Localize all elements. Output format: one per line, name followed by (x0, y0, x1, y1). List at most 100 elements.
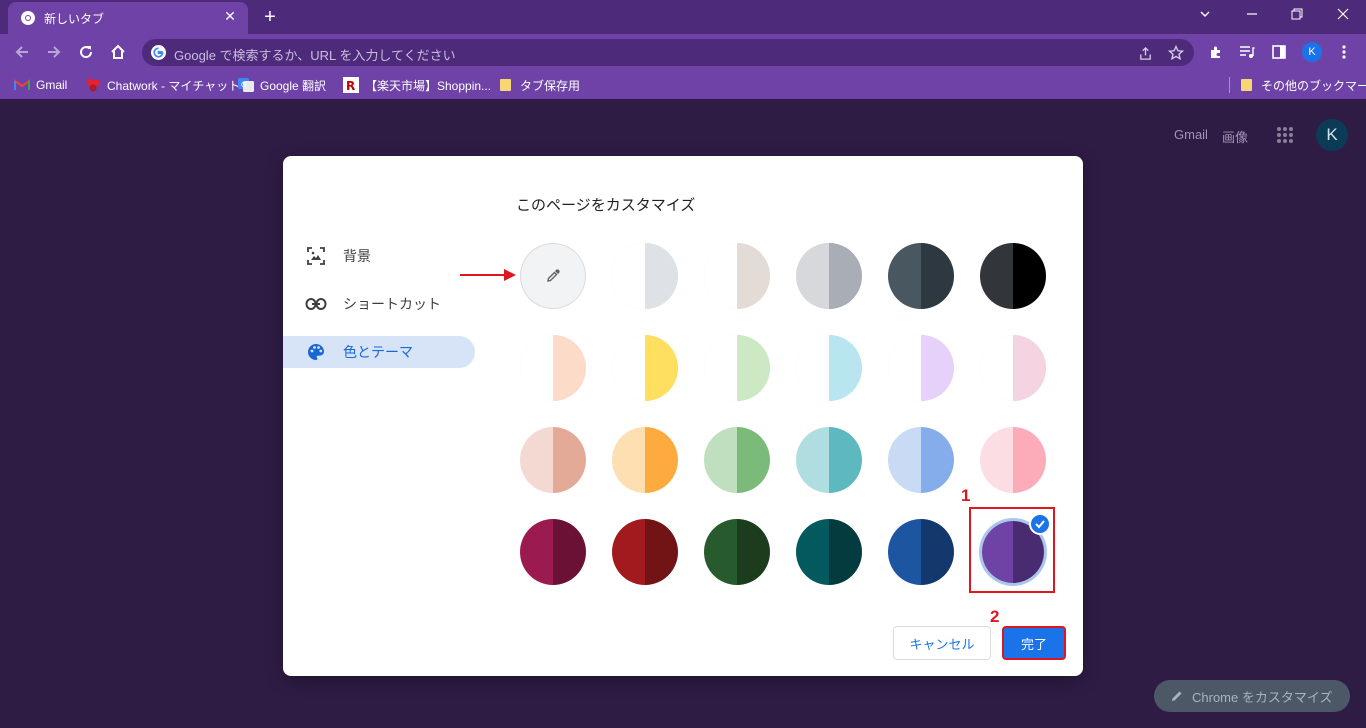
swatch-left-half (612, 243, 645, 309)
eyedropper-icon (547, 269, 560, 282)
color-swatch[interactable] (704, 427, 770, 493)
close-tab-icon[interactable]: ✕ (222, 8, 238, 24)
swatch-right-half (829, 243, 862, 309)
chatwork-icon (85, 77, 101, 93)
cancel-button[interactable]: キャンセル (893, 626, 991, 660)
color-swatch[interactable] (612, 427, 678, 493)
color-swatch[interactable] (796, 243, 862, 309)
color-swatch[interactable] (980, 335, 1046, 401)
google-apps-icon[interactable] (1276, 126, 1294, 144)
color-swatch[interactable] (796, 427, 862, 493)
ntp-images-link[interactable]: 画像 (1222, 127, 1248, 146)
profile-avatar[interactable]: K (1302, 42, 1322, 62)
color-swatch[interactable] (612, 335, 678, 401)
bookmark-rakuten[interactable]: R 【楽天市場】Shoppin... (343, 76, 491, 94)
swatch-right-half (645, 427, 678, 493)
ntp-gmail-link[interactable]: Gmail (1174, 127, 1208, 142)
color-swatch[interactable] (888, 243, 954, 309)
swatch-right-half (737, 519, 770, 585)
new-tab-button[interactable]: + (258, 6, 282, 30)
bookmark-star-icon[interactable] (1167, 44, 1185, 62)
color-swatch[interactable] (704, 519, 770, 585)
close-window-button[interactable] (1333, 6, 1353, 26)
swatch-left-half (796, 243, 829, 309)
tab-title: 新しいタブ (44, 12, 105, 26)
color-swatch[interactable] (612, 519, 678, 585)
swatch-left-half (888, 335, 921, 401)
custom-color-swatch[interactable] (520, 243, 586, 309)
svg-text:R: R (346, 79, 355, 93)
customize-chrome-button[interactable]: Chrome をカスタマイズ (1154, 680, 1350, 712)
share-icon[interactable] (1136, 44, 1154, 62)
swatch-right-half (829, 335, 862, 401)
ntp-account-avatar[interactable]: K (1316, 119, 1348, 151)
color-swatch[interactable] (888, 519, 954, 585)
swatch-left-half (796, 335, 829, 401)
svg-text:G: G (241, 81, 246, 89)
bookmark-google-translate[interactable]: G Google 翻訳 (238, 76, 326, 94)
image-icon (305, 245, 327, 267)
color-swatch[interactable] (704, 243, 770, 309)
color-swatch[interactable] (888, 335, 954, 401)
swatch-left-half (980, 427, 1013, 493)
swatch-right-half (645, 243, 678, 309)
swatch-left-half (612, 335, 645, 401)
arrow-right-icon (48, 46, 61, 58)
color-swatch[interactable] (980, 243, 1046, 309)
swatch-right-half (921, 519, 954, 585)
swatch-right-half (645, 519, 678, 585)
dialog-title: このページをカスタマイズ (516, 197, 696, 214)
restore-button[interactable] (1287, 6, 1307, 26)
media-control-icon[interactable] (1237, 42, 1257, 62)
color-swatch[interactable] (888, 427, 954, 493)
swatch-left-half (888, 519, 921, 585)
arrow-left-icon (15, 46, 28, 58)
swatch-right-half (1013, 335, 1046, 401)
swatch-left-half (704, 519, 737, 585)
swatch-right-half (921, 243, 954, 309)
color-swatch[interactable] (980, 427, 1046, 493)
swatch-right-half (921, 335, 954, 401)
kebab-menu-icon[interactable] (1334, 42, 1354, 62)
menu-item-color-theme[interactable]: 色とテーマ (283, 336, 475, 368)
swatch-left-half (520, 427, 553, 493)
address-bar[interactable]: Google で検索するか、URL を入力してください (142, 39, 1194, 66)
swatch-left-half (704, 243, 737, 309)
swatch-right-half (645, 335, 678, 401)
swatch-left-half (888, 427, 921, 493)
bookmark-chatwork[interactable]: Chatwork - マイチャット (85, 76, 240, 94)
swatch-right-half (553, 519, 586, 585)
minimize-button[interactable] (1242, 6, 1262, 26)
bookmark-gmail[interactable]: Gmail (14, 76, 67, 94)
menu-item-background[interactable]: 背景 (283, 240, 475, 272)
color-swatch[interactable] (704, 335, 770, 401)
menu-item-shortcuts[interactable]: ショートカット (283, 288, 475, 320)
home-button[interactable] (106, 40, 130, 64)
swatch-left-half (888, 243, 921, 309)
tab-strip: 新しいタブ ✕ + (0, 0, 1366, 34)
color-swatch[interactable] (796, 335, 862, 401)
other-bookmarks[interactable]: その他のブックマーク (1239, 76, 1366, 94)
bookmark-folder-tabs[interactable]: タブ保存用 (498, 76, 580, 94)
bookmarks-bar: Gmail Chatwork - マイチャット G Google 翻訳 R 【楽… (0, 70, 1366, 99)
tab-search-icon[interactable] (1195, 6, 1215, 26)
reload-button[interactable] (74, 40, 98, 64)
folder-icon (1239, 77, 1255, 93)
swatch-right-half (829, 427, 862, 493)
swatch-right-half (829, 519, 862, 585)
color-swatch[interactable] (520, 519, 586, 585)
back-button[interactable] (10, 40, 34, 64)
browser-tab[interactable]: 新しいタブ ✕ (8, 2, 248, 34)
forward-button[interactable] (42, 40, 66, 64)
omnibox-placeholder: Google で検索するか、URL を入力してください (174, 48, 456, 63)
extensions-icon[interactable] (1206, 42, 1226, 62)
swatch-right-half (921, 427, 954, 493)
color-swatch[interactable] (520, 335, 586, 401)
color-swatch[interactable] (796, 519, 862, 585)
google-translate-icon: G (238, 77, 254, 93)
done-button[interactable]: 完了 (1002, 626, 1066, 660)
bookmarks-separator (1229, 77, 1230, 93)
color-swatch[interactable] (520, 427, 586, 493)
side-panel-icon[interactable] (1269, 42, 1289, 62)
color-swatch[interactable] (612, 243, 678, 309)
